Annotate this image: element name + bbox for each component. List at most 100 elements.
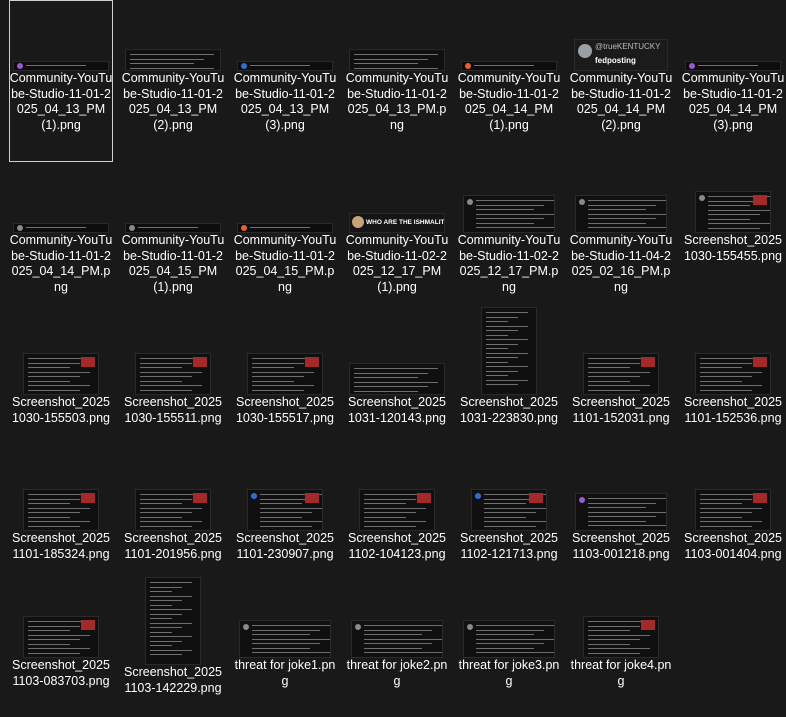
thumbnail-frame bbox=[237, 165, 333, 233]
file-item[interactable]: Screenshot_20251103-001218.png bbox=[569, 460, 673, 594]
file-item[interactable]: threat for joke1.png bbox=[233, 594, 337, 694]
thumbnail-frame bbox=[461, 597, 557, 658]
file-thumbnail bbox=[685, 61, 781, 71]
thumbnail-frame bbox=[573, 165, 669, 233]
file-item[interactable]: Screenshot_20251101-152031.png bbox=[569, 324, 673, 460]
thumbnail-frame bbox=[461, 307, 557, 395]
file-name: Screenshot_20251031-120143.png bbox=[347, 395, 446, 425]
file-item[interactable]: Community-YouTube-Studio-11-01-2025_04_1… bbox=[457, 0, 561, 162]
thumbnail-frame bbox=[237, 3, 333, 71]
thumbnail-frame bbox=[573, 597, 669, 658]
avatar bbox=[241, 225, 247, 231]
avatar bbox=[243, 624, 249, 630]
file-thumbnail bbox=[463, 620, 555, 658]
file-item[interactable]: Screenshot_20251030-155503.png bbox=[9, 324, 113, 460]
file-item[interactable]: Community-YouTube-Studio-11-01-2025_04_1… bbox=[345, 0, 449, 162]
file-thumbnail bbox=[695, 191, 771, 233]
file-item[interactable]: @trueKENTUCKY fedposting Community-YouTube… bbox=[569, 0, 673, 162]
file-item[interactable]: Screenshot_20251103-083703.png bbox=[9, 594, 113, 694]
file-thumbnail bbox=[237, 223, 333, 233]
file-item[interactable]: Screenshot_20251102-104123.png bbox=[345, 460, 449, 594]
file-name: Community-YouTube-Studio-11-01-2025_04_1… bbox=[121, 233, 225, 294]
file-item[interactable]: threat for joke4.png bbox=[569, 594, 673, 694]
file-item[interactable]: Screenshot_20251103-001404.png bbox=[681, 460, 785, 594]
file-name: Screenshot_20251102-104123.png bbox=[348, 531, 446, 561]
file-name: Screenshot_20251103-001218.png bbox=[572, 531, 670, 561]
file-item[interactable]: Community-YouTube-Studio-11-01-2025_04_1… bbox=[121, 0, 225, 162]
file-thumbnail bbox=[349, 49, 445, 71]
file-item[interactable]: Screenshot_20251103-142229.png bbox=[121, 577, 225, 695]
file-item[interactable]: Screenshot_20251101-201956.png bbox=[121, 460, 225, 594]
avatar bbox=[352, 216, 364, 228]
file-item[interactable]: Screenshot_20251102-121713.png bbox=[457, 460, 561, 594]
file-item[interactable]: threat for joke3.png bbox=[457, 594, 561, 694]
thumb-body-text: WHO ARE THE ISHMALITES? bbox=[366, 219, 445, 226]
file-item[interactable]: Screenshot_20251031-120143.png bbox=[345, 324, 449, 460]
file-item[interactable]: threat for joke2.png bbox=[345, 594, 449, 694]
file-name: Community-YouTube-Studio-11-01-2025_04_1… bbox=[457, 71, 561, 132]
file-item[interactable]: Community-YouTube-Studio-11-04-2025_02_1… bbox=[569, 162, 673, 324]
file-item[interactable]: Community-YouTube-Studio-11-01-2025_04_1… bbox=[121, 162, 225, 324]
thumbnail-frame bbox=[125, 3, 221, 71]
file-name: threat for joke4.png bbox=[570, 658, 672, 688]
avatar bbox=[578, 44, 592, 58]
file-item[interactable]: WHO ARE THE ISHMALITES? Community-YouTube… bbox=[345, 162, 449, 324]
file-item[interactable]: Community-YouTube-Studio-11-01-2025_04_1… bbox=[9, 0, 113, 162]
file-item[interactable]: Screenshot_20251101-230907.png bbox=[233, 460, 337, 594]
file-name: Community-YouTube-Studio-11-01-2025_04_1… bbox=[9, 71, 113, 132]
thumbnail-frame bbox=[349, 327, 445, 395]
file-name: Community-YouTube-Studio-11-04-2025_02_1… bbox=[569, 233, 673, 294]
file-name: Screenshot_20251031-223830.png bbox=[459, 395, 558, 425]
thumbnail-frame: WHO ARE THE ISHMALITES? bbox=[349, 165, 445, 233]
file-item[interactable]: Screenshot_20251101-185324.png bbox=[9, 460, 113, 594]
file-name: threat for joke2.png bbox=[346, 658, 448, 688]
thumbnail-frame bbox=[573, 327, 669, 395]
thumbnail-frame bbox=[349, 3, 445, 71]
file-item[interactable]: Community-YouTube-Studio-11-02-2025_12_1… bbox=[457, 162, 561, 324]
file-name: Community-YouTube-Studio-11-01-2025_04_1… bbox=[681, 71, 785, 132]
file-thumbnail bbox=[23, 616, 99, 658]
file-name: threat for joke3.png bbox=[458, 658, 560, 688]
file-thumbnail bbox=[23, 489, 99, 531]
file-name: Screenshot_20251103-142229.png bbox=[124, 665, 222, 695]
file-thumbnail bbox=[575, 493, 667, 531]
file-thumbnail bbox=[695, 353, 771, 395]
file-thumbnail bbox=[351, 620, 443, 658]
thumbnail-frame bbox=[13, 463, 109, 531]
file-item[interactable]: Screenshot_20251030-155517.png bbox=[233, 324, 337, 460]
file-item[interactable]: Screenshot_20251031-223830.png bbox=[457, 307, 561, 460]
file-thumbnail bbox=[125, 223, 221, 233]
thumbnail-frame bbox=[685, 327, 781, 395]
avatar bbox=[579, 199, 585, 205]
file-name: Screenshot_20251030-155511.png bbox=[124, 395, 222, 425]
file-thumbnail bbox=[13, 61, 109, 71]
file-item[interactable]: Community-YouTube-Studio-11-01-2025_04_1… bbox=[681, 0, 785, 162]
file-name: Community-YouTube-Studio-11-01-2025_04_1… bbox=[569, 71, 673, 132]
file-item[interactable]: Community-YouTube-Studio-11-01-2025_04_1… bbox=[9, 162, 113, 324]
file-thumbnail bbox=[583, 616, 659, 658]
file-thumbnail bbox=[471, 489, 547, 531]
thumbnail-frame bbox=[125, 463, 221, 531]
avatar bbox=[129, 225, 135, 231]
file-thumbnail bbox=[349, 363, 445, 395]
file-name: Screenshot_20251030-155503.png bbox=[11, 395, 110, 425]
file-name: Community-YouTube-Studio-11-02-2025_12_1… bbox=[345, 233, 449, 294]
file-name: Screenshot_20251101-152031.png bbox=[572, 395, 670, 425]
file-item[interactable]: Community-YouTube-Studio-11-01-2025_04_1… bbox=[233, 0, 337, 162]
file-item[interactable]: Community-YouTube-Studio-11-01-2025_04_1… bbox=[233, 162, 337, 324]
file-item[interactable]: Screenshot_20251030-155511.png bbox=[121, 324, 225, 460]
thumbnail-frame bbox=[125, 577, 221, 665]
thumbnail-frame bbox=[237, 327, 333, 395]
file-name: threat for joke1.png bbox=[234, 658, 336, 688]
thumbnail-frame bbox=[237, 597, 333, 658]
file-name: Screenshot_20251030-155517.png bbox=[235, 395, 334, 425]
thumbnail-frame bbox=[685, 165, 781, 233]
file-item[interactable]: Screenshot_20251030-155455.png bbox=[681, 162, 785, 324]
file-thumbnail bbox=[695, 489, 771, 531]
file-item[interactable]: Screenshot_20251101-152536.png bbox=[681, 324, 785, 460]
avatar bbox=[17, 225, 23, 231]
file-thumbnail bbox=[481, 307, 537, 395]
avatar bbox=[17, 63, 23, 69]
file-name: Community-YouTube-Studio-11-01-2025_04_1… bbox=[121, 71, 225, 132]
thumbnail-frame bbox=[125, 327, 221, 395]
